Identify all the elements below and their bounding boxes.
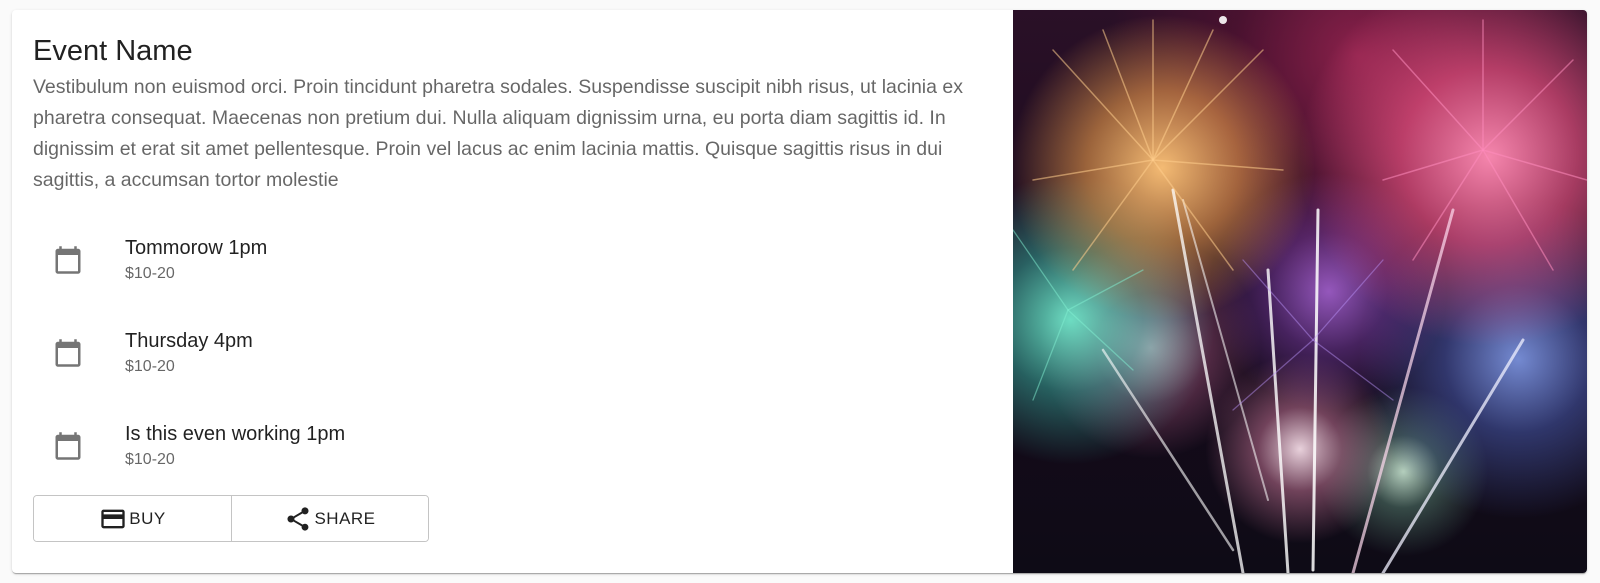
session-time: Tommorow 1pm bbox=[125, 236, 268, 259]
list-item: Tommorow 1pm $10-20 bbox=[33, 213, 933, 306]
fireworks-streaks bbox=[1013, 16, 1587, 573]
session-time: Thursday 4pm bbox=[125, 329, 253, 352]
calendar-icon bbox=[33, 399, 125, 492]
list-item: Thursday 4pm $10-20 bbox=[33, 306, 933, 399]
share-button[interactable]: SHARE bbox=[231, 496, 428, 541]
session-list: Tommorow 1pm $10-20 Thursday 4pm $10-20 bbox=[33, 213, 933, 492]
session-price: $10-20 bbox=[125, 357, 175, 375]
event-description: Vestibulum non euismod orci. Proin tinci… bbox=[33, 76, 964, 191]
list-item: Is this even working 1pm $10-20 bbox=[33, 399, 933, 492]
buy-label: BUY bbox=[129, 508, 166, 528]
fireworks-image bbox=[1013, 10, 1587, 573]
event-title: Event Name bbox=[33, 35, 193, 67]
event-card: Event Name Vestibulum non euismod orci. … bbox=[12, 10, 1587, 573]
share-label: SHARE bbox=[314, 508, 376, 528]
card-content: Event Name Vestibulum non euismod orci. … bbox=[12, 10, 1013, 573]
session-time: Is this even working 1pm bbox=[125, 422, 346, 445]
calendar-icon bbox=[33, 306, 125, 399]
session-price: $10-20 bbox=[125, 264, 175, 282]
buy-button[interactable]: BUY bbox=[34, 496, 231, 541]
session-price: $10-20 bbox=[125, 450, 175, 468]
action-button-group: BUY SHARE bbox=[33, 495, 429, 542]
calendar-icon bbox=[33, 213, 125, 306]
share-icon bbox=[287, 506, 309, 531]
credit-card-icon bbox=[101, 509, 125, 528]
